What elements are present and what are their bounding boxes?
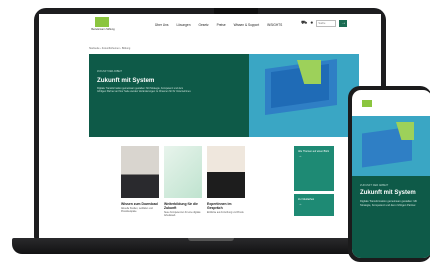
hero-image	[249, 54, 359, 137]
side-link-box[interactable]: Zur Mediathek →	[294, 194, 334, 216]
card-image	[207, 146, 245, 198]
arrow-right-icon: →	[298, 153, 302, 159]
nav-item[interactable]: Gesetz	[198, 23, 208, 27]
card-text: Aktuelle Studien, Leitfäden und Praxisbe…	[121, 208, 153, 214]
cart-icon[interactable]: ⛟	[301, 20, 307, 27]
laptop-groove	[188, 238, 234, 241]
hero-image	[352, 116, 430, 176]
phone-screen: ZUKUNFT DER ARBEIT Zukunft mit System Di…	[352, 90, 430, 258]
laptop-device: Bertelsmann Stiftung Über Uns Lösungen G…	[34, 8, 386, 240]
teaser-card[interactable]: Wissen zum Download Aktuelle Studien, Le…	[121, 146, 159, 214]
hero-kicker: ZUKUNFT DER ARBEIT	[97, 71, 122, 73]
side-link-text: Alle Themen auf einen Blick	[298, 150, 329, 153]
hero-kicker: ZUKUNFT DER ARBEIT	[360, 184, 389, 187]
hero-title: Zukunft mit System	[97, 77, 155, 84]
phone-device: ZUKUNFT DER ARBEIT Zukunft mit System Di…	[348, 86, 430, 262]
hero-text: Digitale Transformation gemeinsam gestal…	[97, 87, 192, 94]
hero-banner: ZUKUNFT DER ARBEIT Zukunft mit System Di…	[89, 54, 359, 137]
nav-item[interactable]: Preise	[217, 23, 226, 27]
hero-title: Zukunft mit System	[360, 190, 416, 196]
arrow-right-icon: →	[298, 201, 302, 207]
card-title[interactable]: Expertinnen im Gespräch	[207, 202, 245, 210]
side-link-box[interactable]: Alle Themen auf einen Blick →	[294, 146, 334, 191]
nav-item[interactable]: Über Uns	[155, 23, 168, 27]
hero-text: Digitale Transformation gemeinsam gestal…	[360, 200, 417, 207]
card-text: Neue Kompetenzen für eine digitale Arbei…	[164, 212, 201, 218]
card-title[interactable]: Wissen zum Download	[121, 202, 159, 206]
teaser-card[interactable]: Weiterbildung für die Zukunft Neue Kompe…	[164, 146, 202, 218]
hero-banner: ZUKUNFT DER ARBEIT Zukunft mit System Di…	[352, 176, 430, 258]
search-button[interactable]: →	[339, 20, 348, 27]
site-header: Bertelsmann Stiftung Über Uns Lösungen G…	[39, 14, 381, 38]
logo-icon[interactable]	[95, 17, 109, 27]
card-image	[164, 146, 202, 198]
laptop-screen: Bertelsmann Stiftung Über Uns Lösungen G…	[39, 14, 381, 238]
nav-item[interactable]: Lösungen	[176, 23, 190, 27]
main-nav: Über Uns Lösungen Gesetz Preise Wissen &…	[155, 23, 282, 27]
search-input[interactable]: Suche	[316, 20, 337, 27]
teaser-card[interactable]: Expertinnen im Gespräch Einblicke aus Fo…	[207, 146, 245, 215]
logo-icon[interactable]	[362, 100, 372, 107]
header-tools: ⛟ ● Suche →	[301, 20, 348, 27]
user-icon[interactable]: ●	[310, 20, 313, 27]
nav-item[interactable]: Wissen & Support	[234, 23, 260, 27]
card-text: Einblicke aus Forschung und Praxis.	[207, 212, 245, 214]
card-image	[121, 146, 159, 198]
card-title[interactable]: Weiterbildung für die Zukunft	[164, 202, 202, 210]
logo-text: Bertelsmann Stiftung	[91, 28, 115, 31]
nav-item[interactable]: INSIGHTS	[267, 23, 282, 27]
breadcrumb[interactable]: Startseite › Zukunftsthemen › Bildung	[89, 47, 130, 50]
